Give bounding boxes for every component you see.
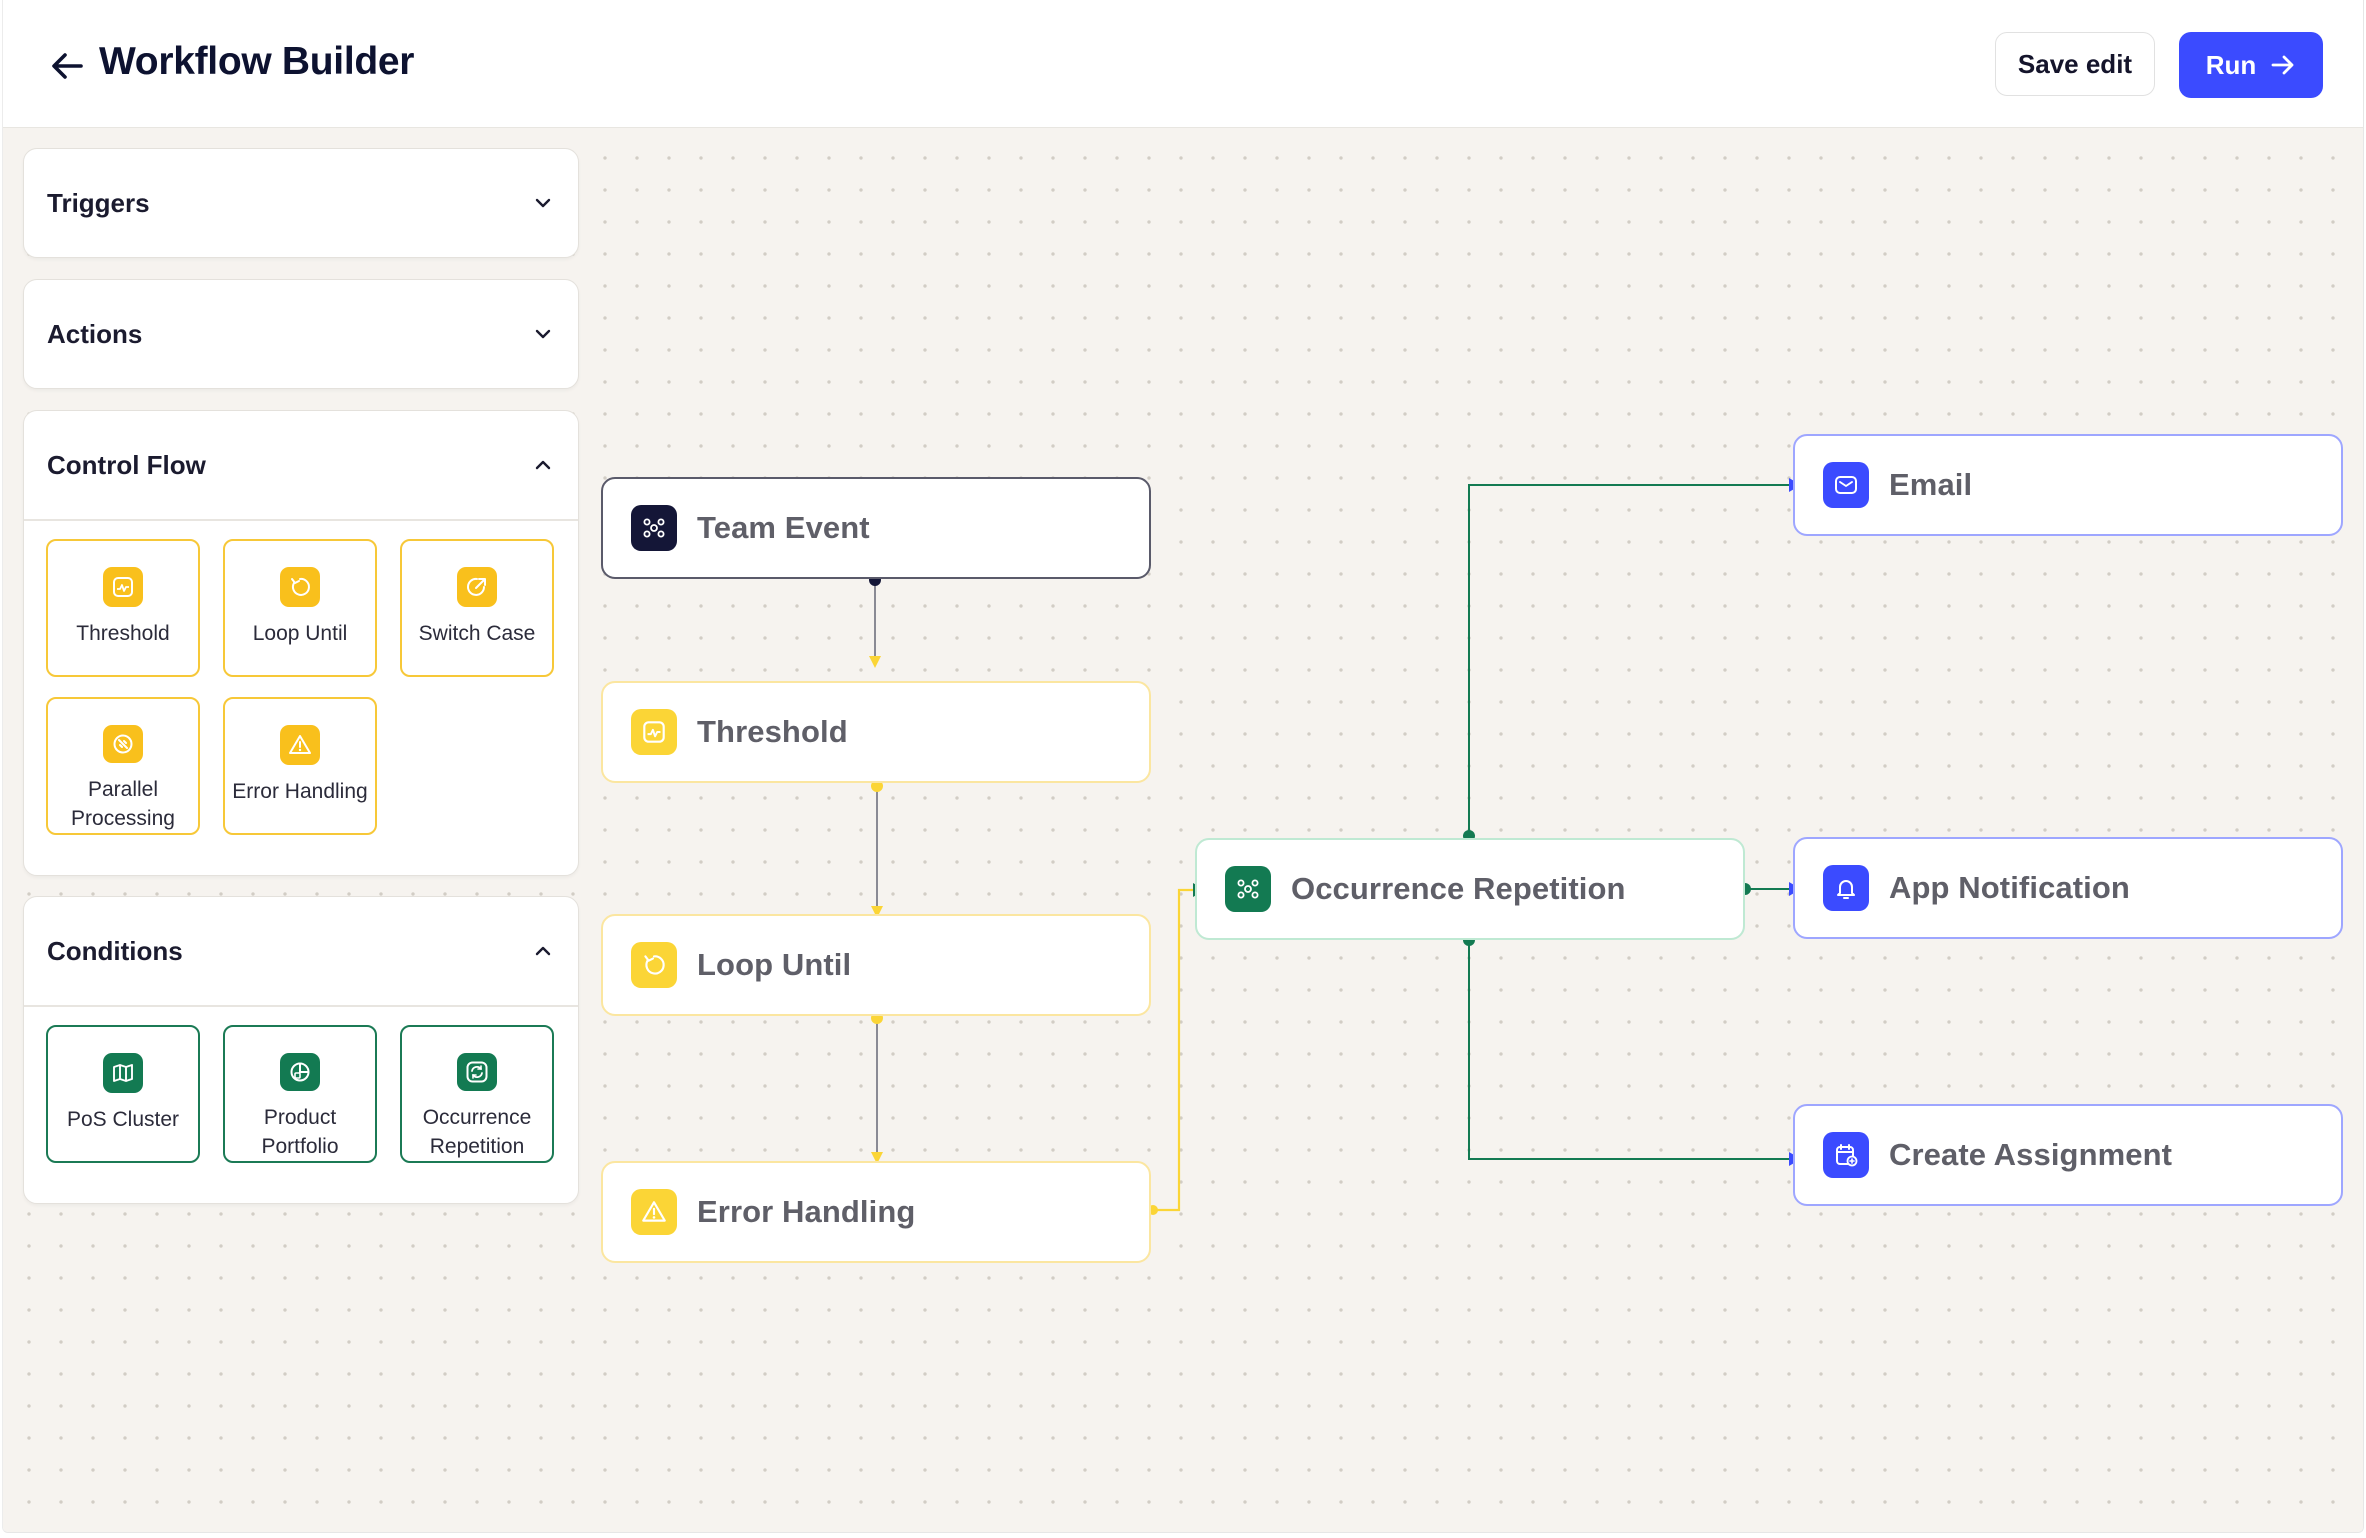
run-button[interactable]: Run	[2179, 32, 2323, 98]
node-app-notification[interactable]: App Notification	[1793, 837, 2343, 939]
team-icon	[631, 505, 677, 551]
calendar-add-icon	[1823, 1132, 1869, 1178]
node-loop-until[interactable]: Loop Until	[601, 914, 1151, 1016]
node-label: Error Handling	[697, 1194, 916, 1229]
mail-icon	[1823, 462, 1869, 508]
node-label: Create Assignment	[1889, 1137, 2173, 1172]
workflow-canvas[interactable]: Triggers Actions Control Flow Threshold …	[3, 128, 2363, 1532]
connectors	[869, 478, 1801, 1215]
node-label: Loop Until	[697, 947, 852, 982]
bell-icon	[1823, 865, 1869, 911]
arrow-right-icon	[2271, 55, 2294, 75]
node-threshold[interactable]: Threshold	[601, 681, 1151, 783]
node-error-handling[interactable]: Error Handling	[601, 1161, 1151, 1263]
loop-icon	[631, 942, 677, 988]
header: Workflow Builder Save edit Run	[3, 0, 2363, 128]
node-label: App Notification	[1889, 870, 2130, 905]
node-label: Threshold	[697, 714, 848, 749]
node-team-event[interactable]: Team Event	[601, 477, 1151, 579]
run-label: Run	[2205, 49, 2257, 80]
save-edit-label: Save edit	[2017, 48, 2133, 79]
workflow-builder-app: Workflow Builder Save edit Run Triggers …	[2, 0, 2364, 1533]
node-label: Occurrence Repetition	[1291, 871, 1626, 906]
arrow-head	[869, 656, 881, 668]
team-icon	[1225, 866, 1271, 912]
node-occurrence-repetition[interactable]: Occurrence Repetition	[1195, 838, 1745, 940]
node-create-assignment[interactable]: Create Assignment	[1793, 1104, 2343, 1206]
node-email[interactable]: Email	[1793, 434, 2343, 536]
threshold-icon	[631, 709, 677, 755]
node-label: Email	[1889, 467, 1973, 502]
warning-icon	[631, 1189, 677, 1235]
save-edit-button[interactable]: Save edit	[1995, 32, 2155, 96]
arrow-left-icon[interactable]	[47, 46, 87, 86]
page-title: Workflow Builder	[99, 40, 415, 83]
node-label: Team Event	[697, 510, 870, 545]
